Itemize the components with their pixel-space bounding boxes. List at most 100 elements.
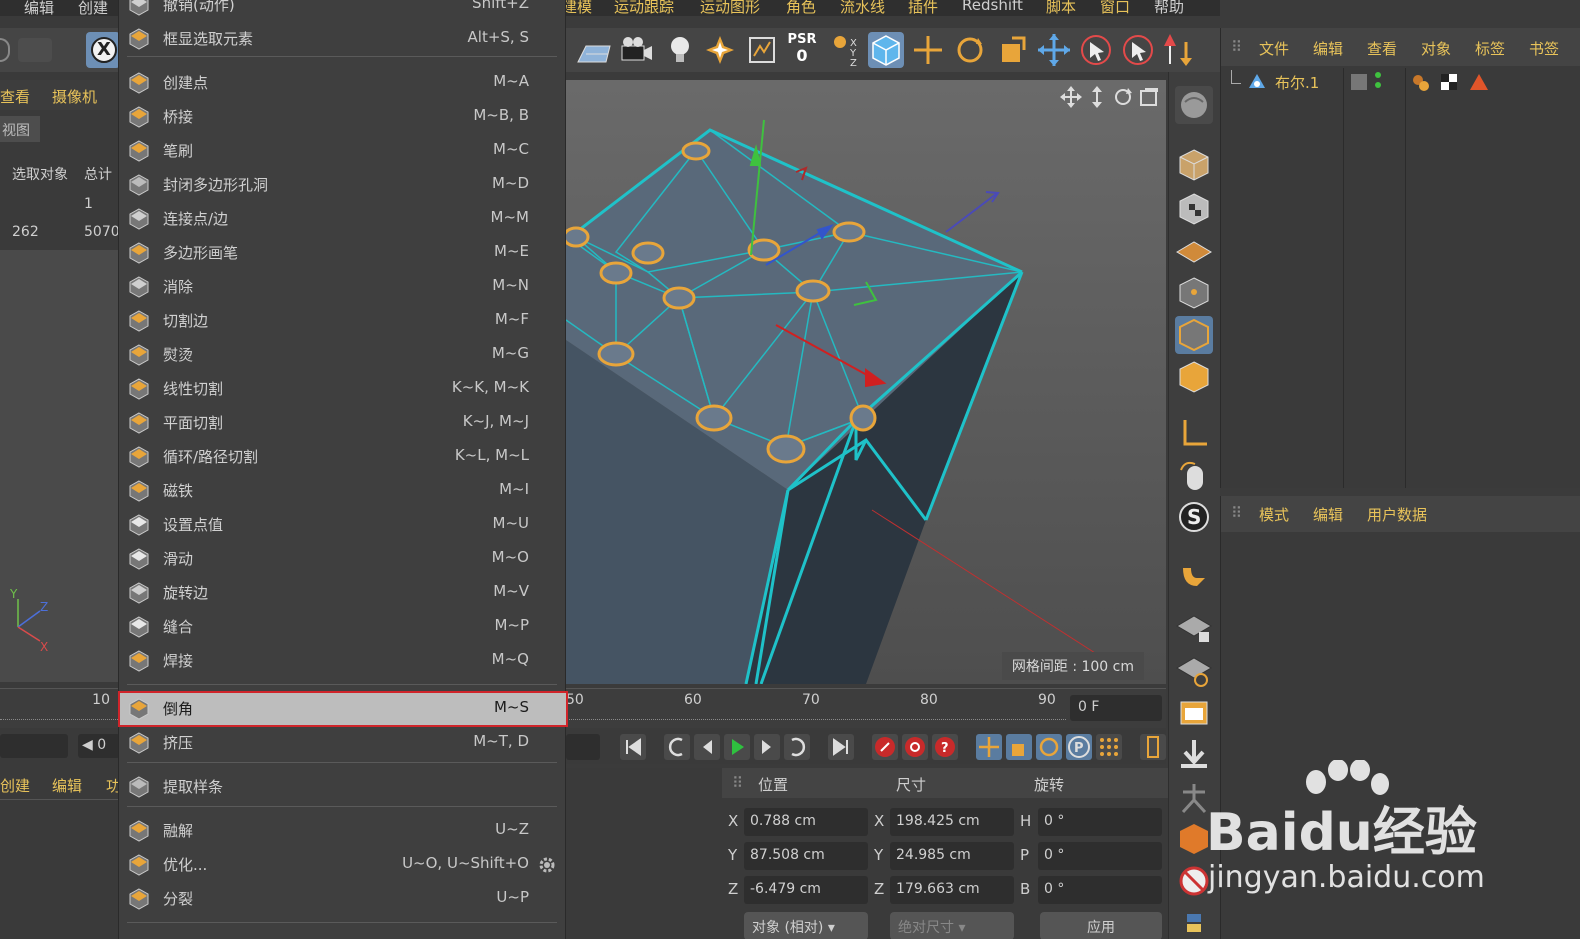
menu-item-slide[interactable]: 滑动 M~O: [119, 542, 567, 576]
coordinate-mode-dropdown[interactable]: 对象 (相对) ▾: [744, 912, 868, 939]
scene-star-icon[interactable]: [702, 32, 738, 68]
solo-mode-button[interactable]: S: [1175, 498, 1213, 536]
menu-item-optimize[interactable]: 优化... U~O, U~Shift+O: [119, 848, 567, 882]
menu-item-brush[interactable]: 笔刷 M~C: [119, 134, 567, 168]
sculpt-button[interactable]: [1175, 86, 1213, 124]
start-frame-field[interactable]: [0, 734, 68, 758]
attr-menu-mode[interactable]: 模式: [1259, 504, 1289, 525]
menu-item-split[interactable]: 分裂 U~P: [119, 882, 567, 916]
current-frame-field[interactable]: 0 F: [1070, 695, 1162, 721]
go-to-start-button[interactable]: [620, 734, 646, 760]
menu-item-undo[interactable]: 撤销(动作) Shift+Z: [119, 0, 567, 22]
size-x-field[interactable]: 198.425 cm: [890, 808, 1014, 836]
om-menu-object[interactable]: 对象: [1421, 38, 1451, 59]
snap-button[interactable]: [1175, 554, 1213, 592]
move-icon[interactable]: [1036, 32, 1072, 68]
texture-mode-button[interactable]: [1175, 190, 1213, 228]
key-rotation-button[interactable]: [1036, 734, 1062, 760]
autokey-button[interactable]: [902, 734, 928, 760]
menu-mograph[interactable]: 运动图形: [700, 0, 760, 17]
menu-item-extract-spline[interactable]: 提取样条: [119, 770, 567, 804]
key-parameter-button[interactable]: P: [1066, 734, 1092, 760]
menu-item-iron[interactable]: 熨烫 M~G: [119, 338, 567, 372]
om-menu-bookmarks[interactable]: 书签: [1529, 38, 1559, 59]
3d-viewport[interactable]: 网格间距 : 100 cm: [566, 80, 1166, 684]
menu-item-extrude[interactable]: 挤压 M~T, D: [119, 726, 567, 760]
redo-icon[interactable]: [18, 38, 52, 62]
camera-icon[interactable]: [618, 32, 654, 68]
coordinate-system-icon[interactable]: XYZ: [826, 32, 862, 68]
om-menu-edit[interactable]: 编辑: [1313, 38, 1343, 59]
key-scale-button[interactable]: [1006, 734, 1032, 760]
rot-h-field[interactable]: 0 °: [1038, 808, 1162, 836]
visibility-editor-dot-icon[interactable]: [1375, 72, 1381, 78]
view-label[interactable]: 视图: [0, 116, 40, 142]
menu-item-spin-edge[interactable]: 旋转边 M~V: [119, 576, 567, 610]
render-view-icon[interactable]: [744, 32, 780, 68]
maximize-view-icon[interactable]: [1138, 86, 1160, 108]
menu-item-edge-cut[interactable]: 切割边 M~F: [119, 304, 567, 338]
size-mode-dropdown[interactable]: 绝对尺寸 ▾: [890, 912, 1014, 939]
menu-item-close-hole[interactable]: 封闭多边形孔洞 M~D: [119, 168, 567, 202]
pos-z-field[interactable]: -6.479 cm: [744, 876, 868, 904]
next-frame-button[interactable]: [754, 734, 780, 760]
tab-view[interactable]: 查看: [0, 86, 30, 107]
menu-pipeline[interactable]: 流水线: [840, 0, 885, 17]
menu-help[interactable]: 帮助: [1154, 0, 1184, 17]
size-z-field[interactable]: 179.663 cm: [890, 876, 1014, 904]
pan-icon[interactable]: [1060, 86, 1082, 108]
pos-x-field[interactable]: 0.788 cm: [744, 808, 868, 836]
attr-menu-user-data[interactable]: 用户数据: [1367, 504, 1427, 525]
rotate-icon[interactable]: [952, 32, 988, 68]
tweak-mode-button[interactable]: [1175, 456, 1213, 494]
next-key-button[interactable]: [784, 734, 810, 760]
menu-window[interactable]: 窗口: [1100, 0, 1130, 17]
menu-motion-tracking[interactable]: 运动跟踪: [614, 0, 674, 17]
x-axis-lock-button[interactable]: X: [86, 32, 120, 68]
material-tag-icon[interactable]: [1411, 72, 1431, 92]
key-position-button[interactable]: [976, 734, 1002, 760]
undo-arrow-icon[interactable]: [0, 38, 10, 62]
om-menu-file[interactable]: 文件: [1259, 38, 1289, 59]
min-frame-field[interactable]: ◀ 0: [78, 734, 120, 758]
menu-item-bevel[interactable]: 倒角 M~S: [118, 691, 568, 727]
size-y-field[interactable]: 24.985 cm: [890, 842, 1014, 870]
key-points-button[interactable]: [1096, 734, 1122, 760]
apply-button[interactable]: 应用: [1040, 912, 1162, 939]
workplane-mode-button[interactable]: [1175, 652, 1213, 690]
light-icon[interactable]: [662, 32, 698, 68]
lock-workplane-button[interactable]: [1175, 610, 1213, 648]
menu-plugins[interactable]: 插件: [908, 0, 938, 17]
tab-create[interactable]: 创建: [0, 775, 30, 796]
scale-icon[interactable]: [994, 32, 1030, 68]
menu-item-set-point-value[interactable]: 设置点值 M~U: [119, 508, 567, 542]
model-mode-button[interactable]: [868, 32, 904, 68]
transform-axis-icon[interactable]: [1160, 32, 1196, 68]
add-icon[interactable]: [910, 32, 946, 68]
rot-b-field[interactable]: 0 °: [1038, 876, 1162, 904]
om-menu-view[interactable]: 查看: [1367, 38, 1397, 59]
timeline-window-button[interactable]: [1175, 694, 1213, 732]
record-button[interactable]: [872, 734, 898, 760]
go-to-end-button[interactable]: [828, 734, 854, 760]
previous-key-button[interactable]: [664, 734, 690, 760]
attr-menu-edit[interactable]: 编辑: [1313, 504, 1343, 525]
live-select-icon[interactable]: [1120, 32, 1156, 68]
menu-item-stitch[interactable]: 缝合 M~P: [119, 610, 567, 644]
menu-item-create-point[interactable]: 创建点 M~A: [119, 66, 567, 100]
timeline[interactable]: 50 60 70 80 90 0 F: [566, 688, 1166, 728]
play-button[interactable]: [724, 734, 750, 760]
menu-redshift[interactable]: Redshift: [962, 0, 1023, 14]
menu-item-plane-cut[interactable]: 平面切割 K~J, M~J: [119, 406, 567, 440]
warning-tag-icon[interactable]: [1469, 72, 1489, 92]
object-row-boole[interactable]: 布尔.1: [1221, 68, 1580, 96]
previous-frame-button[interactable]: [694, 734, 720, 760]
workplane-button[interactable]: [1175, 232, 1213, 270]
gear-icon[interactable]: [537, 855, 557, 875]
menu-item-magnet[interactable]: 磁铁 M~I: [119, 474, 567, 508]
menu-item-bridge[interactable]: 桥接 M~B, B: [119, 100, 567, 134]
layer-swatch-icon[interactable]: [1351, 74, 1367, 90]
end-frame-field[interactable]: [566, 734, 600, 760]
om-menu-tags[interactable]: 标签: [1475, 38, 1505, 59]
axis-mode-button[interactable]: [1175, 414, 1213, 452]
